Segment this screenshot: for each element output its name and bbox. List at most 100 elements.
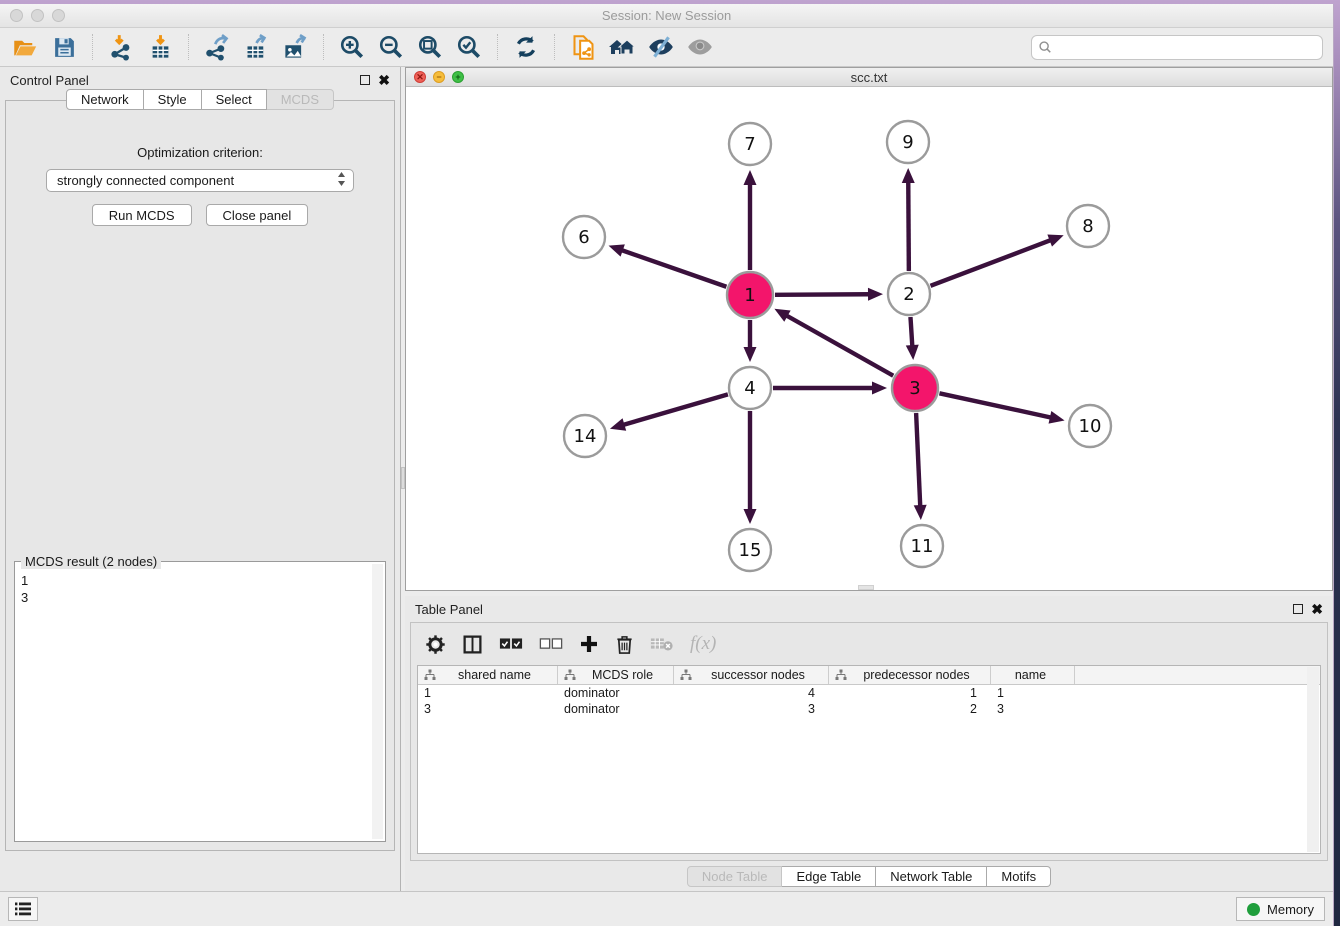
tab-network-table[interactable]: Network Table — [876, 866, 987, 887]
column-header-name[interactable]: name — [991, 666, 1075, 684]
save-session-button[interactable] — [49, 32, 79, 62]
graph-edge-2-8[interactable] — [931, 240, 1052, 286]
search-input[interactable] — [1056, 40, 1316, 55]
graph-edge-2-9[interactable] — [908, 181, 909, 271]
save-session-icon — [52, 35, 77, 60]
column-header-successor-nodes[interactable]: successor nodes — [674, 666, 829, 684]
clone-network-button[interactable] — [568, 32, 598, 62]
mcds-result-title: MCDS result (2 nodes) — [21, 554, 161, 569]
home-button[interactable] — [607, 32, 637, 62]
column-attribute-icon — [424, 669, 436, 681]
table-cell[interactable]: 2 — [829, 701, 991, 717]
table-cell[interactable]: 3 — [991, 701, 1075, 717]
deselect-all-button[interactable] — [539, 636, 563, 652]
tab-mcds[interactable]: MCDS — [267, 89, 334, 110]
column-header-MCDS-role[interactable]: MCDS role — [558, 666, 674, 684]
table-float-panel-icon[interactable] — [1293, 604, 1303, 614]
import-table-button[interactable] — [145, 32, 175, 62]
task-history-button[interactable] — [8, 897, 38, 921]
zoom-in-button[interactable] — [337, 32, 367, 62]
refresh-button[interactable] — [511, 32, 541, 62]
graph-edge-3-11[interactable] — [916, 413, 920, 507]
zoom-selected-icon — [456, 34, 482, 60]
status-bar: Memory — [0, 891, 1333, 926]
table-row[interactable]: 3dominator323 — [418, 701, 1320, 717]
import-table-icon — [147, 34, 174, 61]
select-all-button[interactable] — [499, 636, 523, 652]
add-column-button[interactable] — [579, 634, 599, 654]
export-image-icon — [282, 34, 309, 61]
graph-edge-3-1[interactable] — [786, 315, 894, 376]
add-icon — [579, 634, 599, 654]
canvas-grip-icon[interactable] — [858, 585, 874, 590]
trash-icon — [615, 634, 634, 655]
edge-arrowhead-icon — [902, 168, 915, 183]
graph-edge-2-3[interactable] — [910, 317, 912, 347]
node-table[interactable]: shared nameMCDS rolesuccessor nodesprede… — [417, 665, 1321, 854]
graph-edge-3-10[interactable] — [939, 393, 1051, 417]
network-canvas[interactable]: 7968124314101511 — [406, 87, 1332, 590]
table-close-panel-icon[interactable]: ✖ — [1311, 604, 1323, 614]
tab-motifs[interactable]: Motifs — [987, 866, 1051, 887]
table-cell[interactable]: 4 — [674, 685, 829, 701]
export-network-button[interactable] — [202, 32, 232, 62]
open-session-button[interactable] — [10, 32, 40, 62]
table-cell[interactable]: 1 — [991, 685, 1075, 701]
node-label-15: 15 — [739, 540, 762, 561]
graph-edge-4-14[interactable] — [622, 394, 727, 425]
zoom-selected-button[interactable] — [454, 32, 484, 62]
result-scrollbar[interactable] — [372, 564, 383, 839]
toolbar-separator — [188, 34, 189, 60]
tab-style[interactable]: Style — [144, 89, 202, 110]
tab-edge-table[interactable]: Edge Table — [782, 866, 876, 887]
node-label-9: 9 — [902, 132, 913, 153]
gear-button[interactable] — [425, 634, 446, 655]
zoom-out-button[interactable] — [376, 32, 406, 62]
graph-edge-1-6[interactable] — [621, 250, 727, 287]
columns-button[interactable] — [462, 634, 483, 655]
import-network-button[interactable] — [106, 32, 136, 62]
delete-table-button[interactable] — [650, 635, 674, 653]
node-label-10: 10 — [1079, 416, 1102, 437]
close-panel-icon[interactable]: ✖ — [378, 75, 390, 85]
tab-node-table[interactable]: Node Table — [687, 866, 783, 887]
toolbar-separator — [92, 34, 93, 60]
search-box[interactable] — [1031, 35, 1323, 60]
splitter-grip-icon[interactable] — [401, 467, 405, 489]
mcds-result-text[interactable]: 1 3 — [21, 572, 371, 839]
run-mcds-button[interactable]: Run MCDS — [92, 204, 192, 226]
optimization-criterion-dropdown[interactable]: strongly connected component — [46, 169, 354, 192]
mcds-result-box: MCDS result (2 nodes) 1 3 — [14, 561, 386, 842]
open-session-icon — [12, 34, 39, 61]
table-cell[interactable]: 3 — [674, 701, 829, 717]
float-panel-icon[interactable] — [360, 75, 370, 85]
zoom-fit-button[interactable] — [415, 32, 445, 62]
delete-column-button[interactable] — [615, 634, 634, 655]
table-cell[interactable]: 1 — [829, 685, 991, 701]
export-image-button[interactable] — [280, 32, 310, 62]
node-label-2: 2 — [903, 284, 914, 305]
hide-eye-button[interactable] — [646, 32, 676, 62]
tab-select[interactable]: Select — [202, 89, 267, 110]
select-all-icon — [499, 636, 523, 652]
table-scrollbar[interactable] — [1307, 667, 1319, 852]
column-header-predecessor-nodes[interactable]: predecessor nodes — [829, 666, 991, 684]
close-panel-button[interactable]: Close panel — [206, 204, 309, 226]
column-header-shared-name[interactable]: shared name — [418, 666, 558, 684]
column-attribute-icon — [835, 669, 847, 681]
table-cell[interactable]: 3 — [418, 701, 558, 717]
function-builder-button[interactable]: f(x) — [690, 633, 716, 655]
network-graph[interactable]: 7968124314101511 — [406, 87, 1332, 587]
table-row[interactable]: 1dominator411 — [418, 685, 1320, 701]
graph-edge-1-2[interactable] — [775, 294, 870, 295]
node-label-14: 14 — [574, 426, 597, 447]
title-bar: Session: New Session — [0, 4, 1333, 28]
eye-button[interactable] — [685, 32, 715, 62]
export-table-button[interactable] — [241, 32, 271, 62]
node-label-6: 6 — [578, 227, 589, 248]
table-cell[interactable]: 1 — [418, 685, 558, 701]
tab-network[interactable]: Network — [66, 89, 144, 110]
table-cell[interactable]: dominator — [558, 701, 674, 717]
table-cell[interactable]: dominator — [558, 685, 674, 701]
memory-button[interactable]: Memory — [1236, 897, 1325, 921]
